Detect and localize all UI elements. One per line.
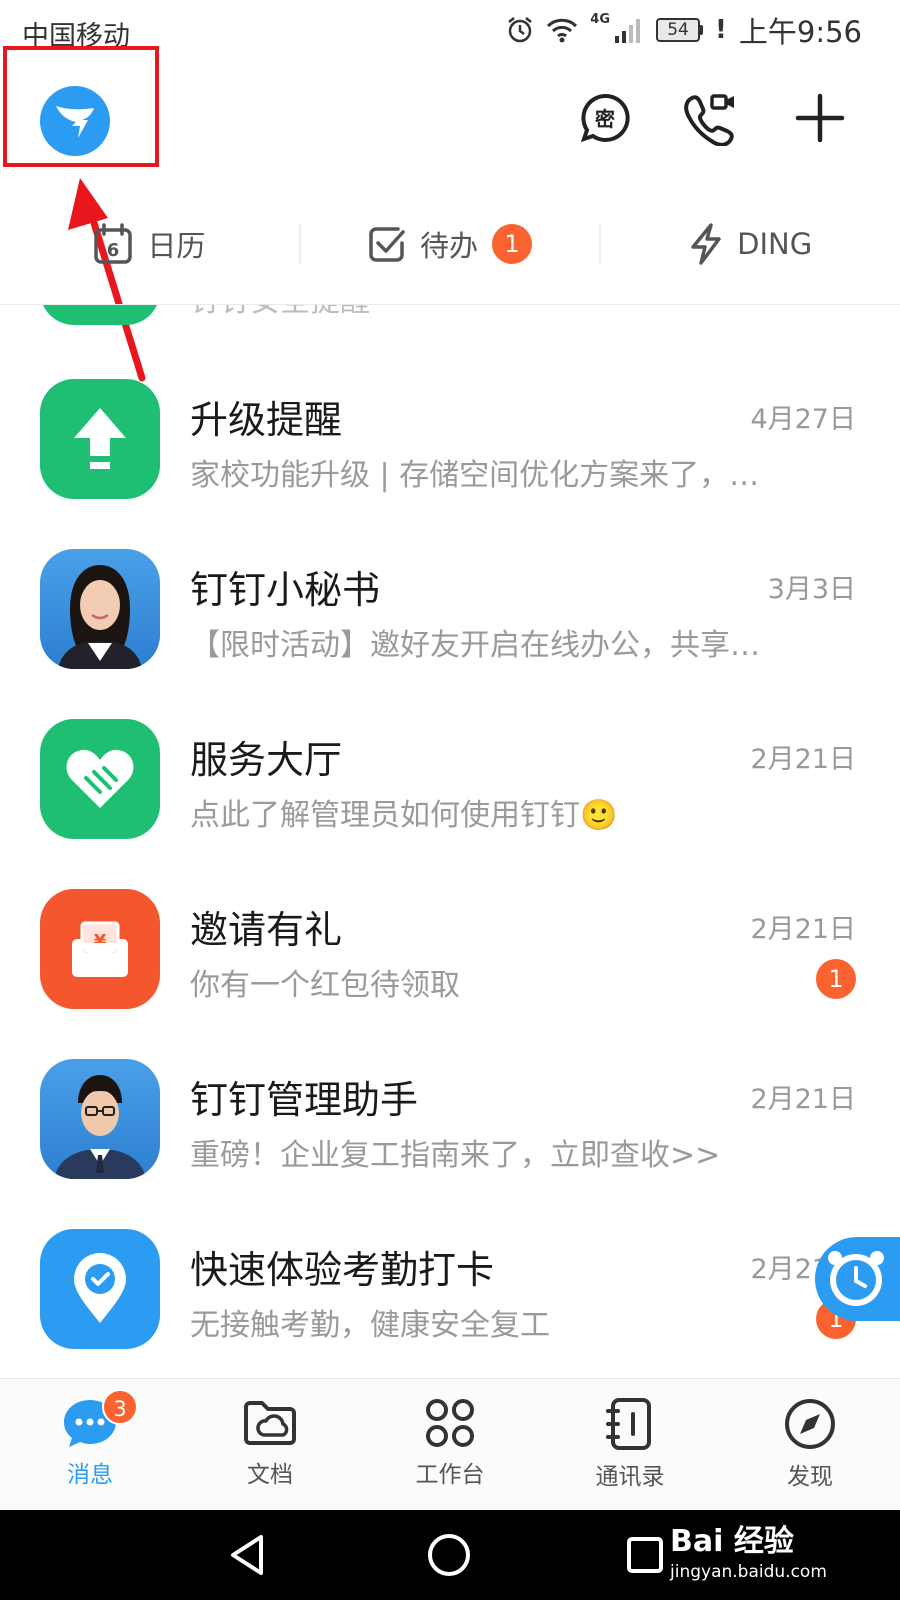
- watermark-brand: Bai 经验: [670, 1524, 794, 1559]
- conversation-preview: 点此了解管理员如何使用钉钉🙂: [190, 798, 618, 833]
- conversation-preview: 【限时活动】邀好友开启在线办公，共享…: [190, 628, 760, 663]
- avatar: [40, 305, 160, 325]
- tab-messages[interactable]: 3 消息: [0, 1379, 180, 1510]
- wifi-icon: [547, 18, 578, 43]
- tab-label: 发现: [787, 1464, 833, 1490]
- conversation-item-partial[interactable]: 钉钉安全提醒: [0, 305, 900, 359]
- avatar: ¥: [40, 889, 160, 1009]
- conversation-date: 2月21日: [750, 1084, 856, 1115]
- secret-chat-icon: 密: [580, 93, 630, 143]
- conversation-preview: 无接触考勤，健康安全复工: [190, 1308, 550, 1343]
- conversation-preview: 家校功能升级 | 存储空间优化方案来了，…: [190, 458, 760, 493]
- compass-icon: [785, 1399, 835, 1449]
- upgrade-arrow-icon: [74, 408, 126, 469]
- signal-icon: [615, 19, 641, 43]
- clock: 上午9:56: [738, 15, 862, 49]
- conversation-date: 2月21日: [750, 914, 856, 945]
- battery-indicator: 54: [656, 18, 704, 42]
- todo-checkbox-icon: [369, 227, 405, 262]
- todo-shortcut[interactable]: 待办 1: [301, 223, 600, 265]
- baidu-watermark: Bai 经验 jingyan.baidu.com: [670, 1516, 827, 1582]
- conversation-title: 钉钉管理助手: [190, 1078, 419, 1122]
- conversation-item[interactable]: ¥ 邀请有礼 2月21日 你有一个红包待领取 1: [0, 873, 900, 1043]
- calendar-label: 日历: [147, 229, 206, 263]
- add-button[interactable]: [790, 88, 850, 148]
- annotation-highlight-box: [3, 46, 159, 167]
- alarm-clock-icon: [828, 1251, 884, 1306]
- avatar: [40, 549, 160, 669]
- avatar: [40, 719, 160, 839]
- home-button[interactable]: [424, 1530, 474, 1580]
- bottom-tab-bar: 3 消息 文档 工作台 通讯录 发现: [0, 1378, 900, 1510]
- avatar: [40, 379, 160, 499]
- conversation-date: 2月21日: [750, 744, 856, 775]
- grid-apps-icon: [426, 1399, 474, 1447]
- avatar: [40, 1229, 160, 1349]
- tab-workbench[interactable]: 工作台: [360, 1379, 540, 1510]
- conversation-preview: 你有一个红包待领取: [190, 968, 460, 1003]
- todo-count-badge: 1: [492, 224, 533, 264]
- system-nav-bar: Bai 经验 jingyan.baidu.com: [0, 1510, 900, 1600]
- conversation-title: 快速体验考勤打卡: [190, 1248, 495, 1292]
- home-circle-icon: [428, 1534, 470, 1576]
- lightning-icon: [691, 223, 721, 265]
- ding-shortcut[interactable]: DING: [601, 223, 900, 265]
- tab-label: 文档: [247, 1462, 293, 1488]
- watermark-url: jingyan.baidu.com: [670, 1562, 827, 1582]
- conversation-item[interactable]: 服务大厅 2月21日 点此了解管理员如何使用钉钉🙂: [0, 703, 900, 873]
- recents-square-icon: [627, 1537, 663, 1573]
- ding-label: DING: [737, 227, 813, 261]
- svg-text:密: 密: [595, 107, 615, 131]
- alarm-icon: [508, 17, 533, 43]
- secret-chat-button[interactable]: 密: [575, 88, 635, 148]
- tab-label: 工作台: [415, 1462, 485, 1488]
- tab-discover[interactable]: 发现: [720, 1379, 900, 1510]
- recents-button[interactable]: [620, 1530, 670, 1580]
- phone-video-icon: [684, 94, 734, 146]
- network-type: 4G: [590, 12, 611, 27]
- video-call-button[interactable]: [680, 88, 740, 148]
- conversation-item[interactable]: 钉钉管理助手 2月21日 重磅！企业复工指南来了，立即查收>>: [0, 1043, 900, 1213]
- floating-attendance-button[interactable]: [815, 1237, 900, 1321]
- tab-contacts[interactable]: 通讯录: [540, 1379, 720, 1510]
- avatar: [40, 1059, 160, 1179]
- conversation-title: 升级提醒: [190, 398, 343, 442]
- conversation-title: 钉钉小秘书: [190, 568, 381, 612]
- back-triangle-icon: [231, 1535, 263, 1575]
- folder-cloud-icon: [244, 1401, 296, 1445]
- unread-badge: 1: [816, 959, 856, 999]
- location-check-icon: [74, 1253, 126, 1323]
- conversation-item[interactable]: 快速体验考勤打卡 2月21日 无接触考勤，健康安全复工 1: [0, 1213, 900, 1375]
- battery-level: 54: [656, 18, 701, 42]
- battery-cap: [700, 25, 704, 35]
- conversation-title: 服务大厅: [190, 738, 343, 782]
- conversation-preview: 钉钉安全提醒: [190, 305, 850, 320]
- heart-hand-icon: [66, 749, 134, 808]
- red-envelope-icon: ¥: [72, 921, 128, 977]
- todo-label: 待办: [420, 229, 479, 263]
- tab-label: 消息: [67, 1462, 113, 1488]
- tab-label: 通讯录: [595, 1464, 665, 1490]
- tab-docs[interactable]: 文档: [180, 1379, 360, 1510]
- secretary-portrait: [58, 565, 142, 669]
- messages-badge: 3: [102, 1389, 138, 1425]
- conversation-item[interactable]: 钉钉小秘书 3月3日 【限时活动】邀好友开启在线办公，共享…: [0, 533, 900, 703]
- conversation-date: 3月3日: [767, 574, 856, 605]
- assistant-portrait: [54, 1075, 146, 1179]
- quick-bar: 6 日历 待办 1 DING: [0, 196, 900, 292]
- status-icons: 4G 54 ! 上午9:56: [506, 12, 862, 49]
- back-button[interactable]: [222, 1530, 272, 1580]
- address-book-icon: [606, 1398, 651, 1450]
- conversation-list[interactable]: 钉钉安全提醒 升级提醒 4月27日 家校功能升级 | 存储空间优化方案来了，… …: [0, 305, 900, 1375]
- calendar-icon: 6: [94, 223, 133, 264]
- calendar-shortcut[interactable]: 6 日历: [0, 223, 299, 265]
- alert-icon: !: [715, 15, 727, 45]
- calendar-day: 6: [107, 240, 120, 261]
- plus-icon: [795, 93, 845, 143]
- conversation-title: 邀请有礼: [190, 908, 343, 952]
- conversation-item[interactable]: 升级提醒 4月27日 家校功能升级 | 存储空间优化方案来了，…: [0, 363, 900, 533]
- conversation-preview: 重磅！企业复工指南来了，立即查收>>: [190, 1138, 721, 1173]
- conversation-date: 4月27日: [750, 404, 856, 435]
